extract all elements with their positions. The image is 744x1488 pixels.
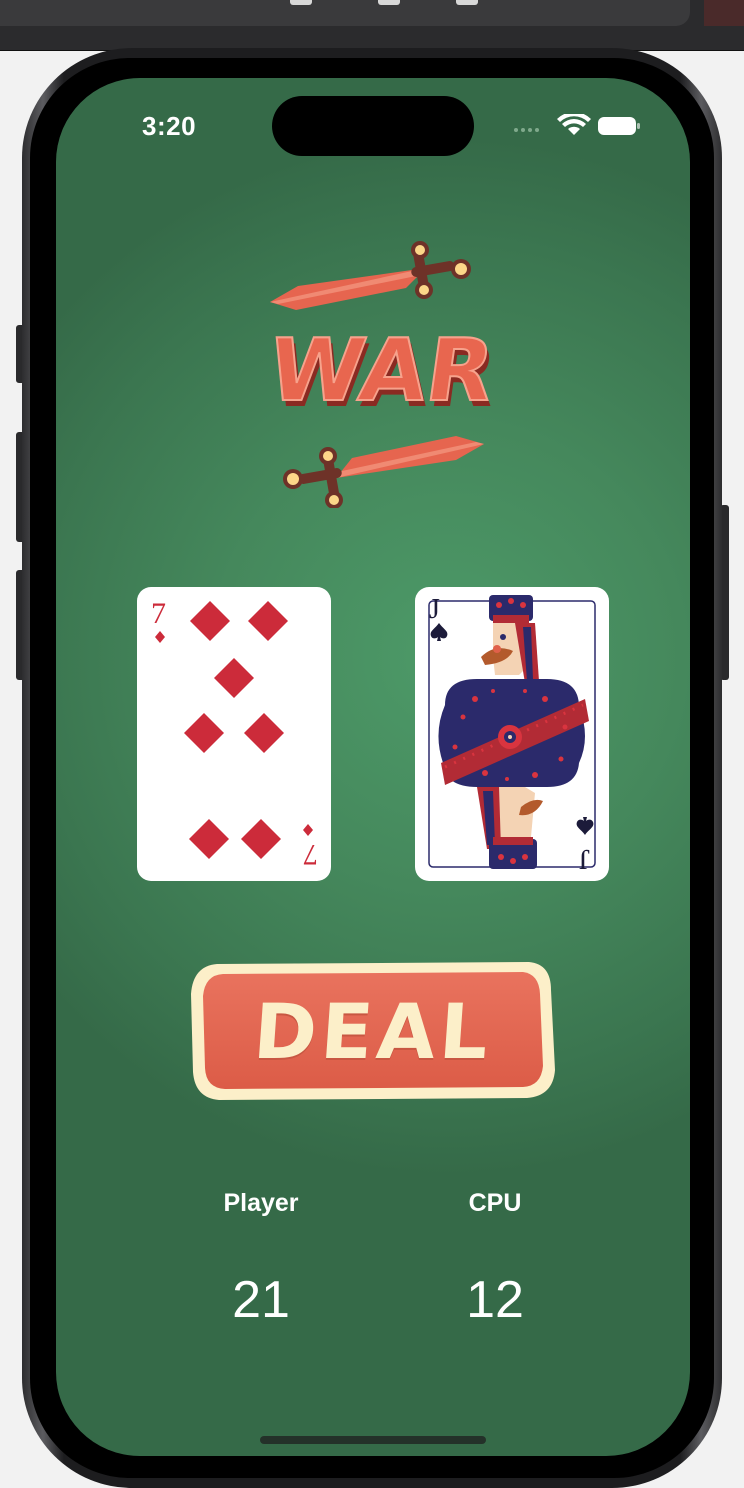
cpu-score-value: 12 bbox=[466, 1271, 524, 1329]
sword-bottom-icon bbox=[283, 436, 484, 509]
cellular-signal-icon bbox=[514, 128, 539, 132]
diamond-corner-icon bbox=[303, 824, 313, 836]
home-indicator[interactable] bbox=[260, 1436, 486, 1444]
cpu-card: J J bbox=[415, 587, 609, 881]
toolbar-strip bbox=[0, 0, 690, 26]
player-score-value: 21 bbox=[232, 1271, 290, 1329]
cpu-card-rank-bottom: J bbox=[579, 843, 590, 874]
cpu-score: CPU 12 bbox=[405, 1178, 585, 1330]
war-wordmark: WAR WAR bbox=[261, 320, 503, 427]
status-time: 3:20 bbox=[142, 111, 197, 141]
cpu-card-rank: J bbox=[429, 594, 440, 625]
toolbar-button[interactable] bbox=[290, 0, 312, 5]
wifi-icon bbox=[557, 111, 591, 135]
player-card: 7 7 bbox=[137, 587, 331, 881]
dynamic-island bbox=[272, 96, 474, 156]
titlebar-edge bbox=[704, 0, 744, 26]
toolbar-button[interactable] bbox=[456, 0, 478, 5]
diamond-pips bbox=[155, 601, 313, 859]
battery-icon bbox=[598, 117, 640, 135]
spade-corner-icon bbox=[576, 817, 594, 835]
jack-figure bbox=[438, 595, 589, 869]
war-logo: WAR WAR bbox=[256, 238, 503, 509]
app-screen: 3:20 WAR WAR 7 7 J J DEAL Player 21 CPU … bbox=[56, 78, 690, 1456]
deal-button[interactable]: DEAL bbox=[189, 960, 557, 1102]
sword-top-icon bbox=[270, 241, 471, 310]
spade-corner-icon bbox=[430, 623, 448, 641]
player-card-rank-bottom: 7 bbox=[303, 838, 318, 871]
deal-button-label: DEAL bbox=[250, 986, 496, 1076]
player-score: Player 21 bbox=[171, 1178, 351, 1330]
cpu-score-label: CPU bbox=[468, 1189, 522, 1217]
player-card-rank: 7 bbox=[151, 597, 166, 630]
toolbar-button[interactable] bbox=[378, 0, 400, 5]
status-icons bbox=[512, 111, 642, 138]
diamond-corner-icon bbox=[155, 631, 165, 643]
player-score-label: Player bbox=[223, 1189, 299, 1217]
window-titlebar bbox=[0, 0, 744, 51]
svg-text:WAR: WAR bbox=[262, 321, 496, 421]
